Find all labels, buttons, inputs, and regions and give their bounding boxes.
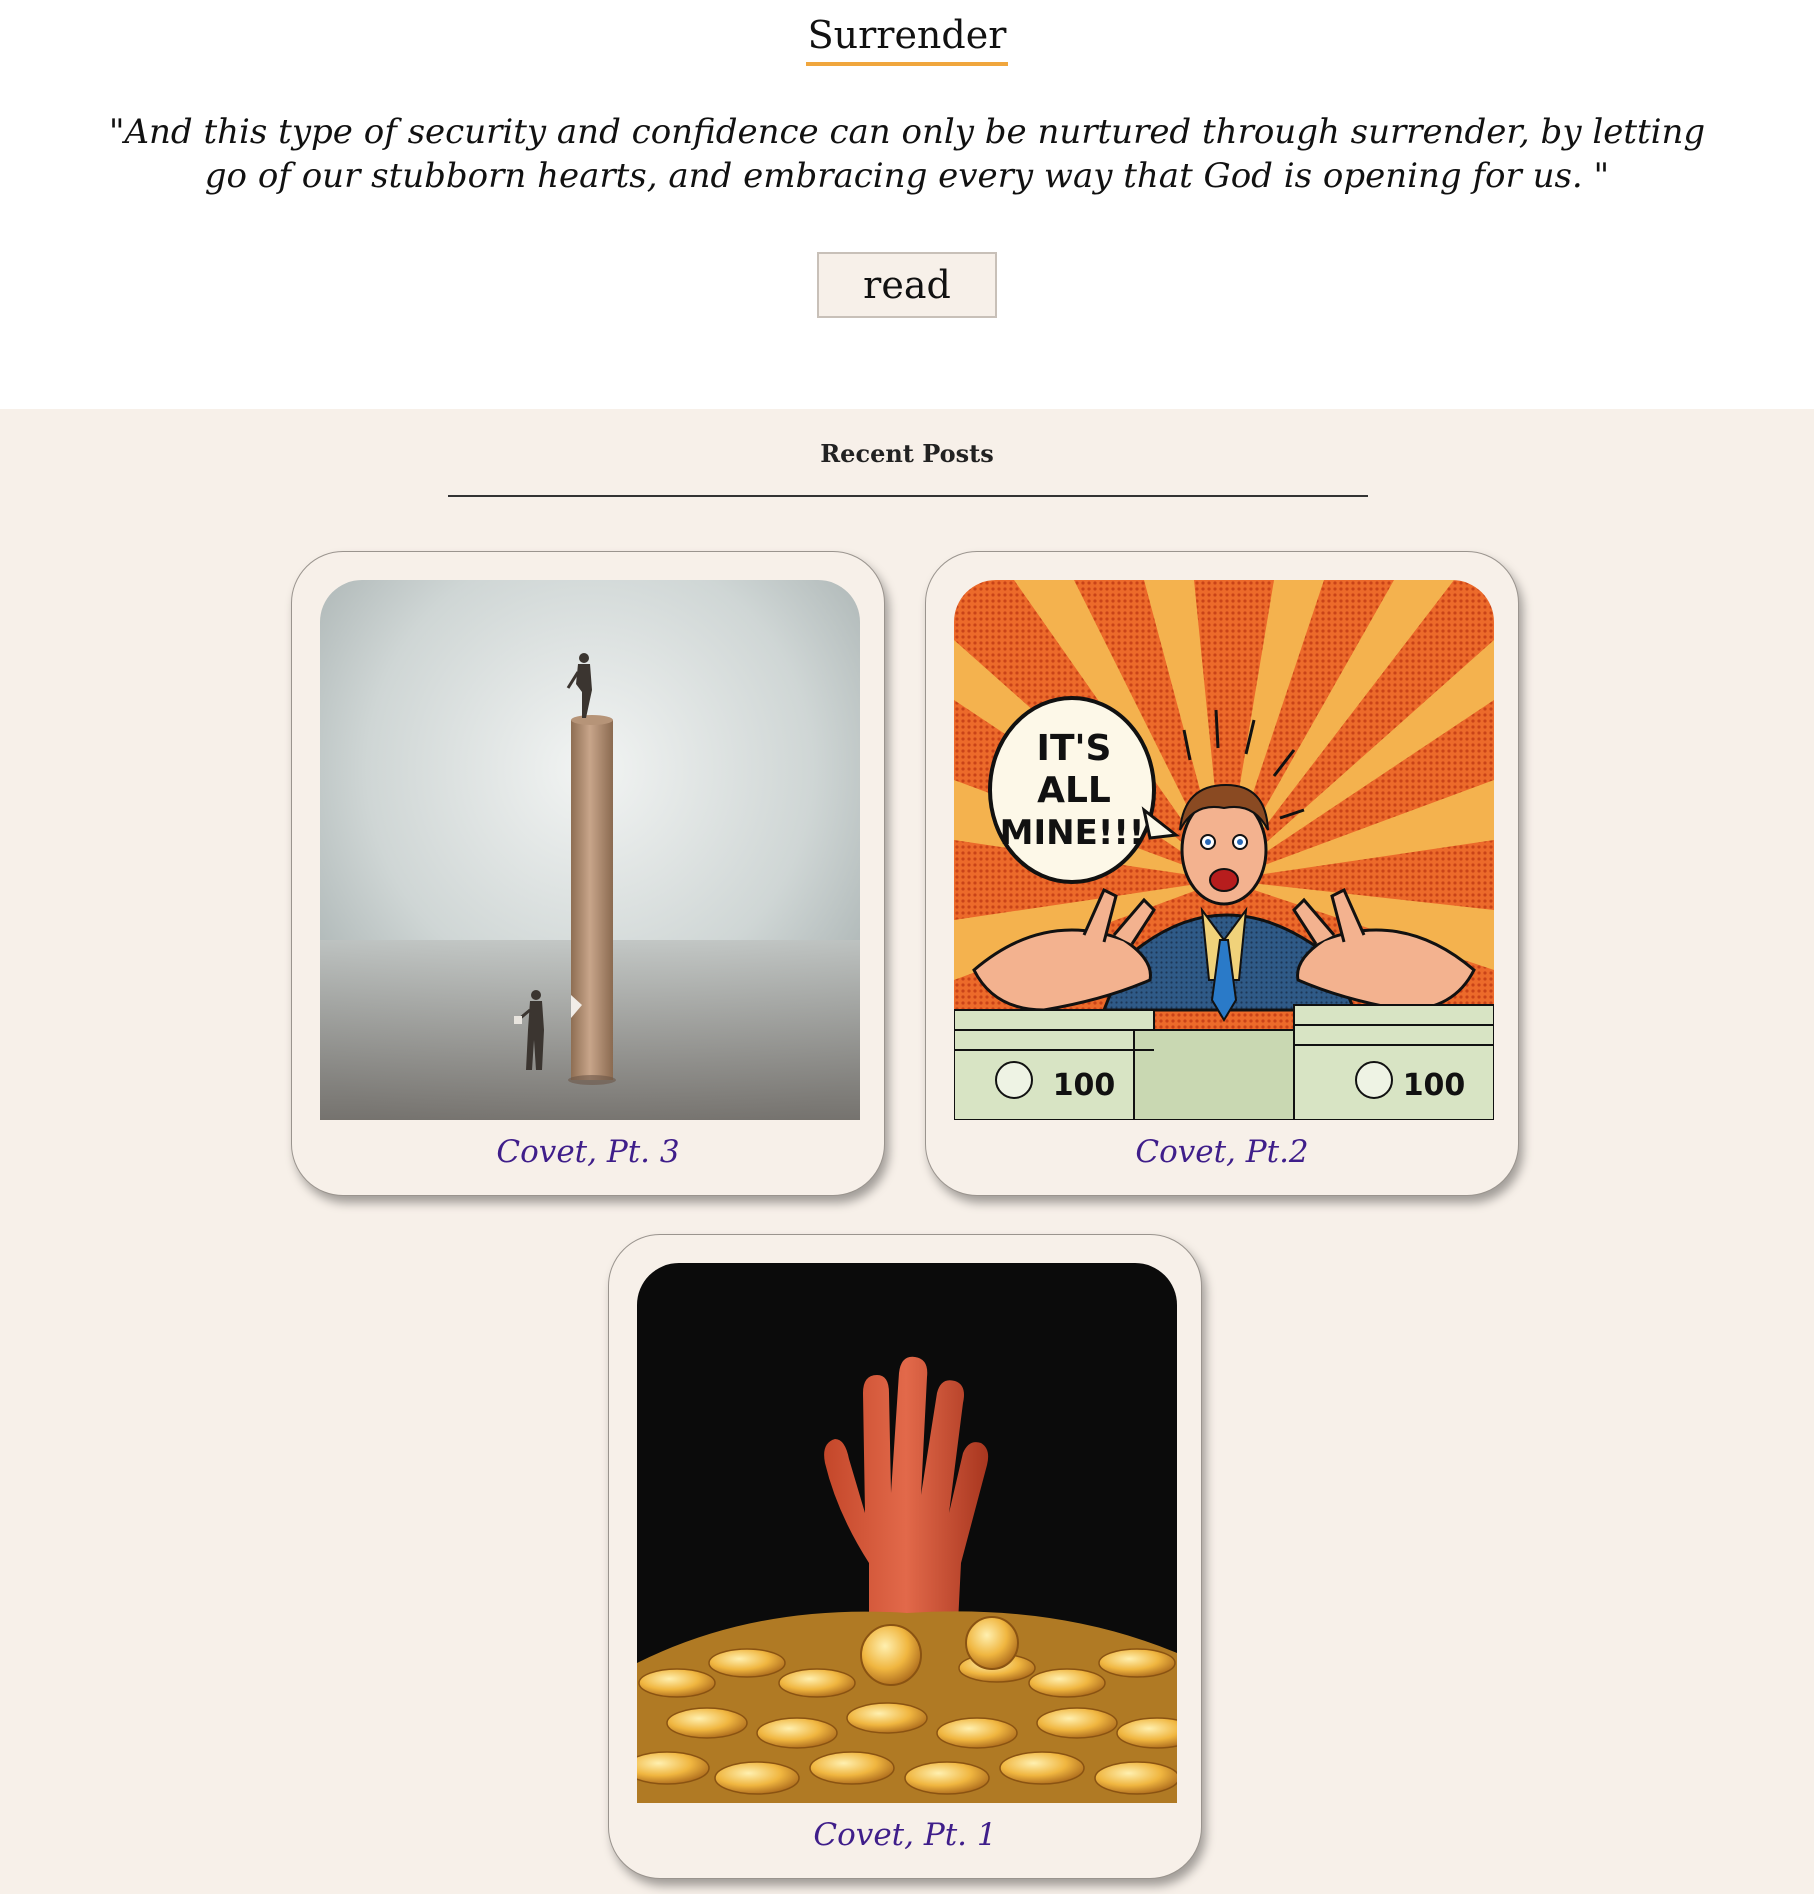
post-title-covet-pt2[interactable]: Covet, Pt.2: [926, 1132, 1518, 1172]
hand-coins-illustration: [637, 1263, 1177, 1803]
read-button[interactable]: read: [817, 252, 997, 318]
post-image-hand-in-coins[interactable]: [637, 1263, 1177, 1803]
featured-title-link[interactable]: Surrender: [805, 8, 1009, 66]
post-image-comic[interactable]: IT'S ALL MINE!!! 100 100: [954, 580, 1494, 1120]
post-card-covet-pt2[interactable]: IT'S ALL MINE!!! 100 100 Covet, Pt.2: [925, 551, 1519, 1196]
speech-line-3: MINE!!!: [1000, 813, 1145, 853]
speech-line-1: IT'S: [1037, 728, 1112, 769]
featured-quote: "And this type of security and confidenc…: [108, 112, 1706, 196]
post-image-pillar[interactable]: [320, 580, 860, 1120]
comic-illustration: IT'S ALL MINE!!! 100 100: [954, 580, 1494, 1120]
featured-post: Surrender "And this type of security and…: [0, 0, 1814, 409]
recent-posts-divider: [448, 495, 1368, 497]
post-title-covet-pt1[interactable]: Covet, Pt. 1: [609, 1815, 1201, 1855]
post-card-covet-pt3[interactable]: Covet, Pt. 3: [291, 551, 885, 1196]
post-card-covet-pt1[interactable]: Covet, Pt. 1: [608, 1234, 1202, 1879]
pillar-illustration: [320, 580, 860, 1120]
recent-posts-heading: Recent Posts: [820, 439, 994, 468]
post-title-covet-pt3[interactable]: Covet, Pt. 3: [292, 1132, 884, 1172]
money-label-left: 100: [1053, 1068, 1116, 1103]
speech-line-2: ALL: [1037, 770, 1111, 811]
money-label-right: 100: [1403, 1068, 1466, 1103]
recent-posts-section: Recent Posts Covet, Pt. 3 IT'S ALL MINE!…: [0, 409, 1814, 1894]
